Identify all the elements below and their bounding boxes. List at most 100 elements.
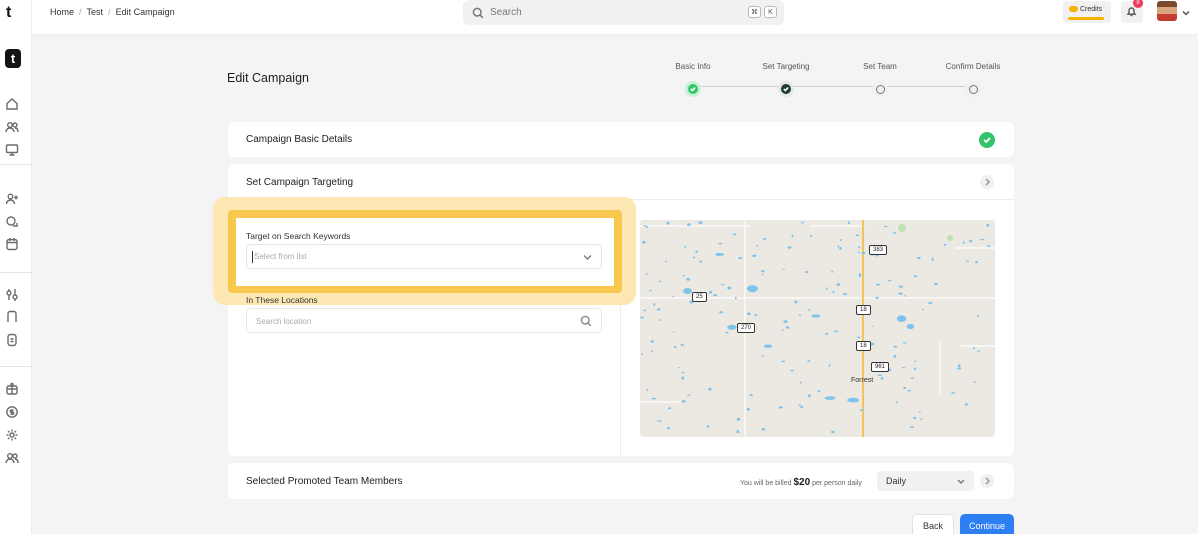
map-lake [831,430,835,434]
map-lake [761,428,766,431]
step-label: Basic Info [675,62,711,71]
settings-icon[interactable] [5,428,19,442]
map-lake [736,417,741,421]
breadcrumb: Home / Test / Edit Campaign [50,7,175,17]
map-lake [810,234,812,238]
map-lake [719,311,724,314]
map-place-label: Forrest [851,377,874,384]
map-lake [847,221,850,225]
search-placeholder: Search [490,7,522,18]
map-lake [898,292,903,295]
map-lake [657,420,662,422]
document-icon[interactable] [5,333,19,347]
map-lake [790,369,794,372]
map-lake [817,390,821,393]
continue-button[interactable]: Continue [960,514,1014,534]
map-lake [708,387,712,391]
map-lake [973,347,976,350]
section-title[interactable]: Set Campaign Targeting [246,177,353,188]
search-input[interactable]: Search ⌘ K [463,0,784,25]
map-lake [755,245,759,247]
map-lake [800,222,805,224]
keywords-label: Target on Search Keywords [246,231,351,241]
map-lake [761,270,765,273]
step-confirm-details[interactable]: Confirm Details [933,60,1013,97]
map-lake [913,275,918,278]
monitor-icon[interactable] [5,143,19,157]
gift-icon[interactable] [5,382,19,396]
map-lake [727,286,732,290]
avatar[interactable] [1157,1,1177,21]
chat-icon[interactable] [5,215,19,229]
map-lake [913,416,917,420]
map-lake [664,260,668,263]
map-lake [718,242,723,245]
map-lake [916,256,921,260]
map-lake [893,354,897,358]
home-icon[interactable] [5,97,19,111]
location-map[interactable]: 383 25 270 18 18 961 Forrest [640,220,995,437]
map-lake [732,233,737,236]
map-lake [640,316,644,319]
users-icon[interactable] [5,120,19,134]
step-basic-info[interactable]: Basic Info [653,60,733,97]
map-lake [785,326,790,329]
map-lake [904,295,906,297]
map-lake [667,407,672,410]
step-set-targeting[interactable]: Set Targeting [746,60,826,97]
rail-divider [0,164,32,165]
shortcut-key-cmd: ⌘ [748,6,761,18]
sliders-icon[interactable] [5,288,19,302]
step-todo-indicator [965,81,981,97]
keywords-select[interactable]: Select from list [246,244,602,269]
app-letter[interactable]: t [6,4,11,22]
map-lake [787,246,792,249]
map-lake [791,234,794,238]
team-icon[interactable] [5,451,19,465]
basic-details-section[interactable]: Campaign Basic Details [228,122,1014,157]
left-rail: t t [0,0,32,534]
map-lake [893,345,898,348]
page-title: Edit Campaign [227,71,309,85]
add-user-icon[interactable] [5,192,19,206]
map-lake [783,320,788,323]
map-lake [658,280,662,282]
stepper: Basic Info Set Targeting Set Team Confir… [660,60,1020,100]
chevron-right-icon[interactable] [980,474,994,488]
back-button[interactable]: Back [912,514,954,534]
app-logo[interactable]: t [5,49,21,68]
breadcrumb-test[interactable]: Test [87,7,104,17]
calendar-icon[interactable] [5,237,19,251]
step-set-team[interactable]: Set Team [840,60,920,97]
breadcrumb-home[interactable]: Home [50,7,74,17]
map-lake [672,296,675,298]
map-lake [902,342,907,344]
step-label: Confirm Details [945,62,1001,71]
frequency-select[interactable]: Daily [877,471,974,491]
map-lake [799,381,802,384]
map-lake [656,308,661,311]
map-lake [659,319,662,322]
map-lake [763,344,773,348]
chevron-down-icon[interactable] [1182,6,1190,16]
step-label: Set Targeting [762,62,810,71]
map-lake [906,323,915,330]
bookmark-icon[interactable] [5,310,19,324]
road-shield: 383 [869,245,888,255]
map-lake [907,390,911,392]
billing-suffix: per person daily [812,480,862,487]
road-shield: 18 [856,341,871,351]
map-lake [859,409,864,411]
map-lake [837,245,840,248]
section-title: Selected Promoted Team Members [246,476,403,487]
map-lake [798,314,801,316]
credits-button[interactable]: Credits [1063,1,1111,23]
map-lake [666,221,670,225]
map-lake [681,376,685,380]
chevron-down-icon [583,255,592,260]
chevron-right-icon[interactable] [980,175,994,189]
location-search-input[interactable]: Search location [246,308,602,333]
map-lake [839,247,842,250]
dollar-icon[interactable] [5,405,19,419]
notifications-button[interactable]: 8 [1121,0,1143,23]
